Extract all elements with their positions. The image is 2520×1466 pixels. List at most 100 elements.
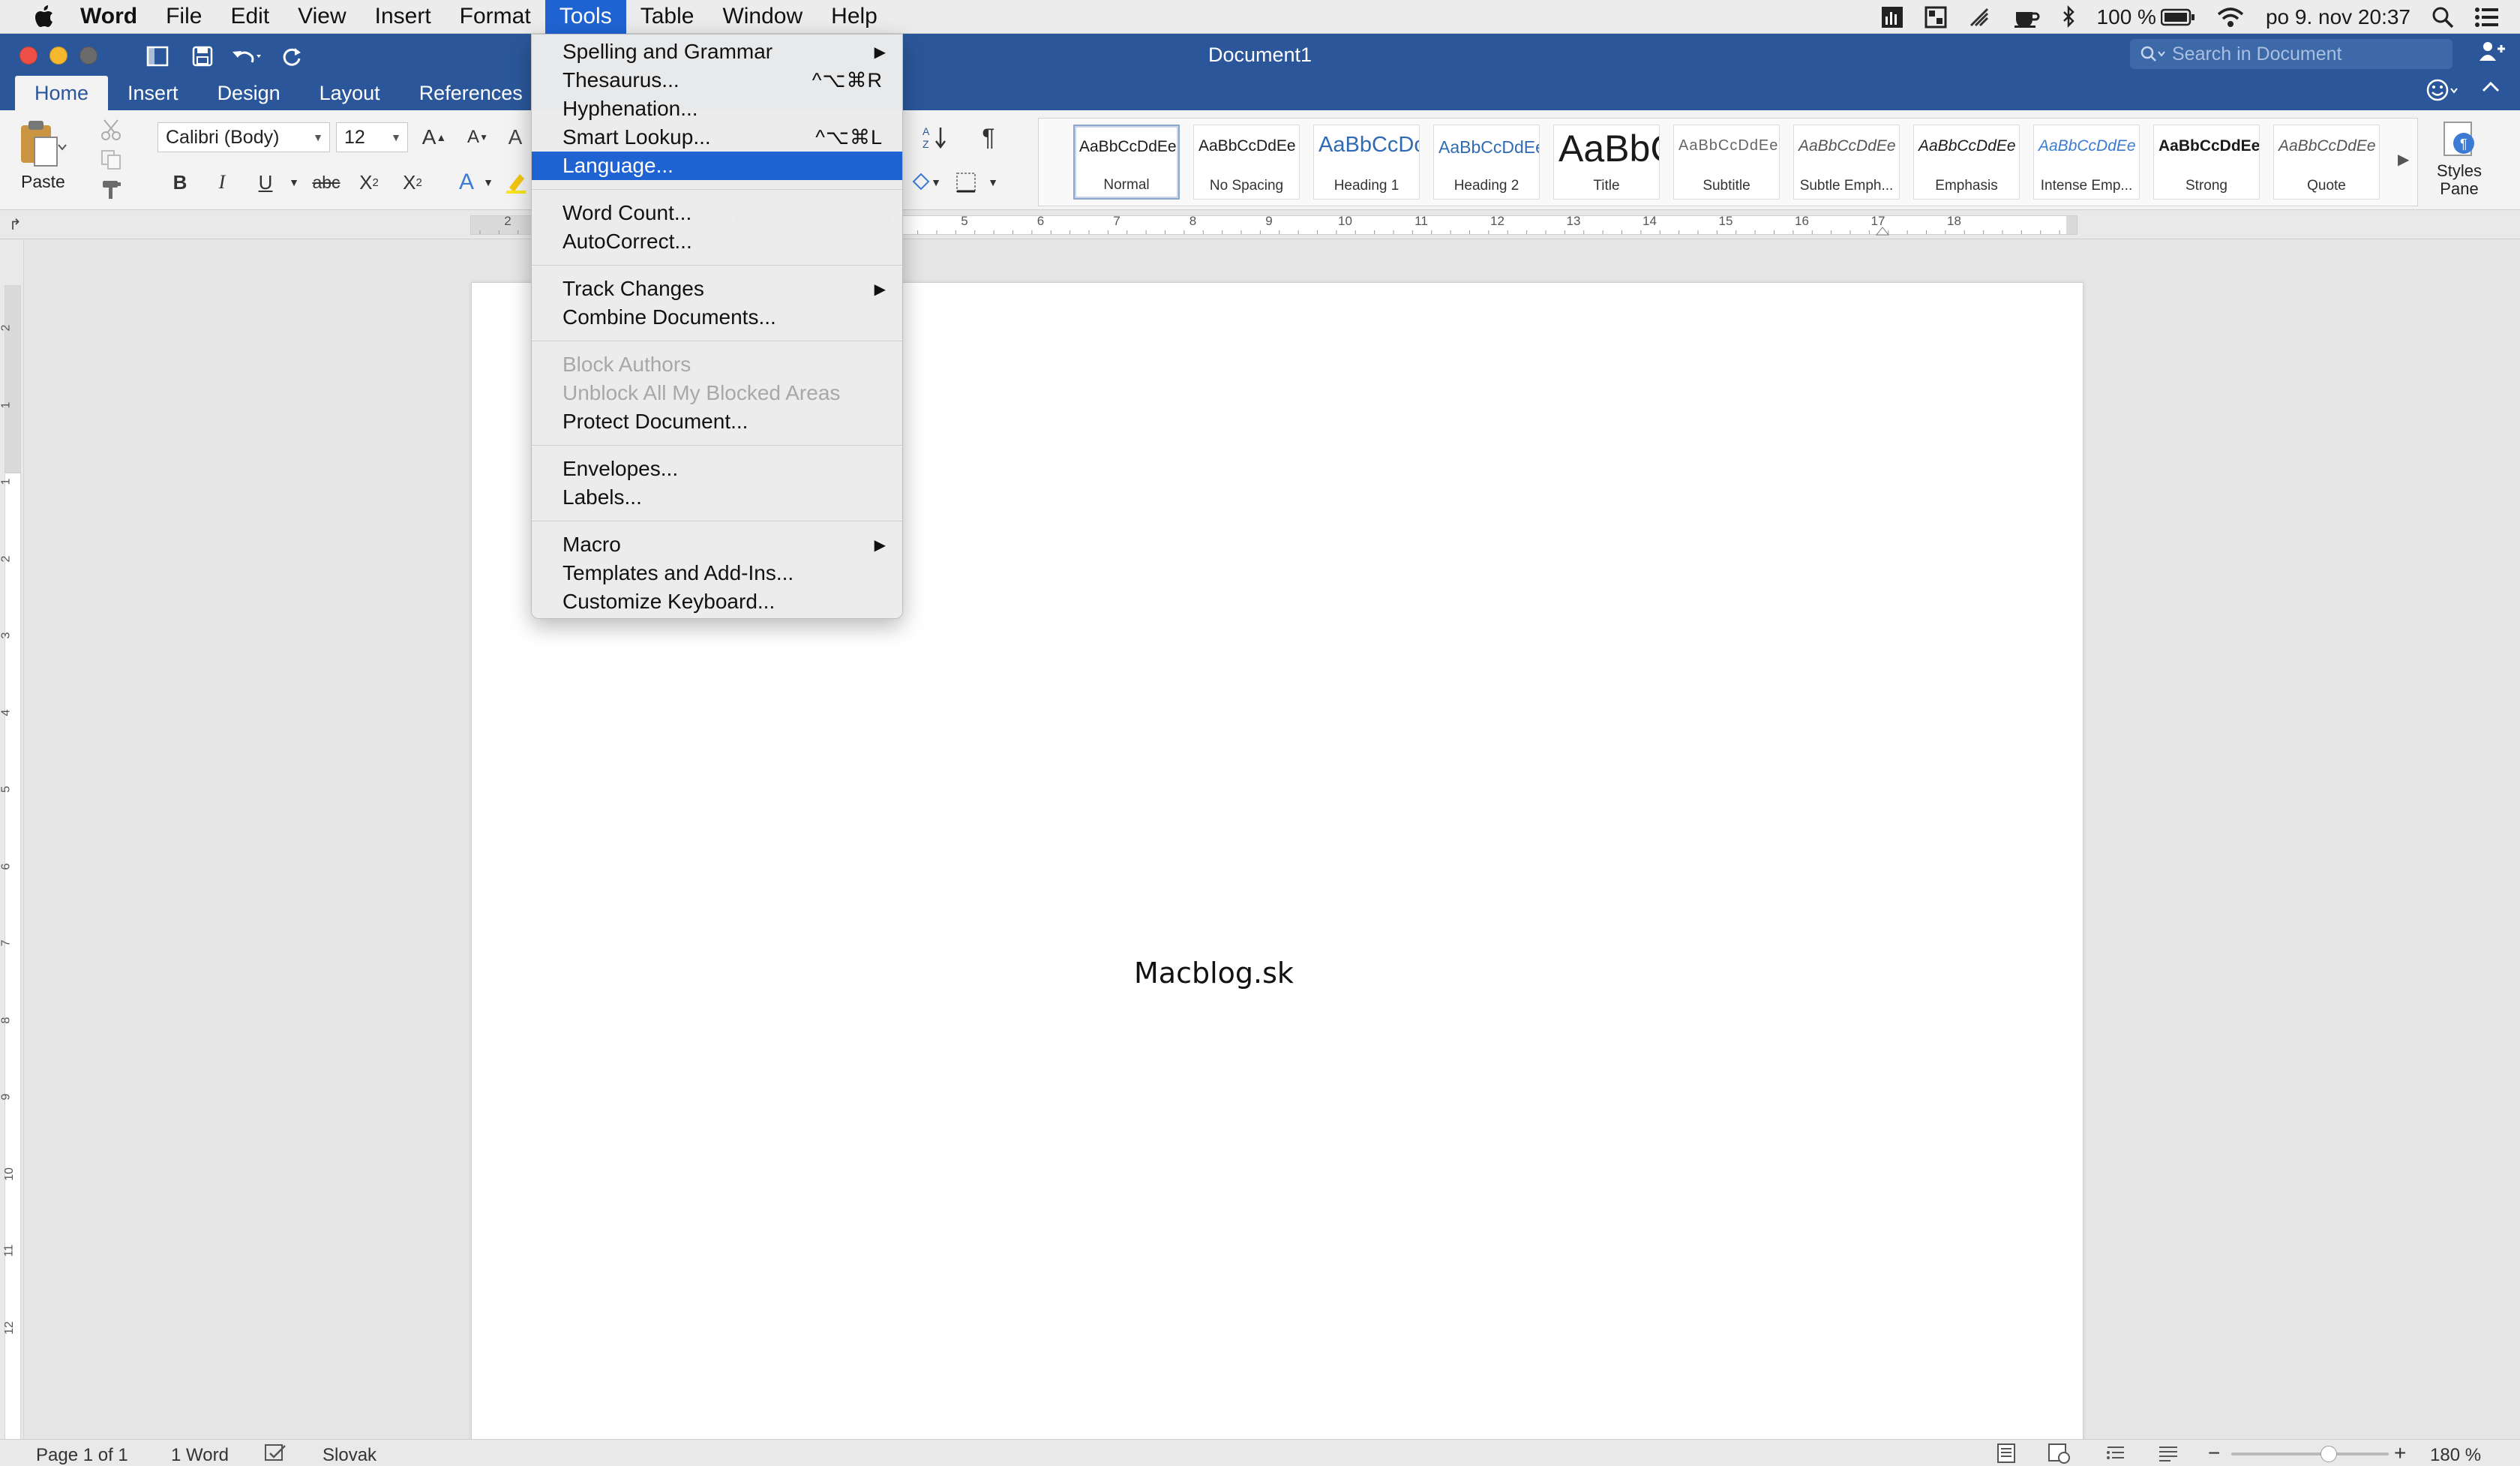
menu-item-combine-documents[interactable]: Combine Documents...	[532, 303, 902, 332]
word-count[interactable]: 1 Word	[171, 1445, 229, 1466]
menu-item-thesaurus[interactable]: Thesaurus... ^⌥⌘R	[532, 66, 902, 95]
superscript-button[interactable]: X2	[396, 167, 429, 197]
collapse-ribbon-chevron-icon[interactable]	[2481, 79, 2500, 98]
window-layout-icon[interactable]	[1924, 6, 1947, 29]
style-normal[interactable]: AaBbCcDdEe Normal	[1073, 125, 1180, 200]
style-heading-1[interactable]: AaBbCcDc Heading 1	[1313, 125, 1420, 200]
bold-button[interactable]: B	[165, 167, 195, 197]
horizontal-ruler[interactable]: ↱ 21123456789101112131415161718	[0, 211, 2520, 239]
italic-button[interactable]: I	[207, 167, 237, 197]
share-add-person-icon[interactable]	[2478, 40, 2505, 62]
tab-insert[interactable]: Insert	[108, 76, 198, 110]
tab-design[interactable]: Design	[198, 76, 300, 110]
coffee-cup-icon[interactable]	[2013, 6, 2040, 29]
outline-view-icon[interactable]	[2104, 1443, 2127, 1466]
text-effects-icon[interactable]: A	[450, 167, 483, 197]
format-painter-icon[interactable]	[98, 176, 124, 203]
document-body-text[interactable]: Macblog.sk	[1134, 957, 1294, 990]
menu-item-envelopes[interactable]: Envelopes...	[532, 455, 902, 483]
notification-center-icon[interactable]	[2475, 7, 2499, 28]
show-formatting-marks-icon[interactable]: ¶	[972, 122, 1005, 152]
zoom-percentage[interactable]: 180 %	[2430, 1445, 2481, 1466]
menu-file[interactable]: File	[152, 0, 216, 34]
text-effects-chevron-icon[interactable]: ▼	[482, 167, 495, 197]
style-emphasis[interactable]: AaBbCcDdEe Emphasis	[1913, 125, 2020, 200]
clear-formatting-button[interactable]: A	[504, 122, 526, 152]
airplay-icon[interactable]	[1968, 6, 1992, 29]
styles-pane-button[interactable]: ¶ Styles Pane	[2426, 119, 2493, 198]
print-layout-view-icon[interactable]	[1995, 1443, 2018, 1466]
grow-font-button[interactable]: A ▲	[416, 122, 453, 152]
menu-item-spelling-and-grammar[interactable]: Spelling and Grammar ▶	[532, 38, 902, 66]
zoom-slider-thumb[interactable]	[2320, 1446, 2338, 1462]
zoom-slider[interactable]	[2231, 1446, 2389, 1462]
document-canvas[interactable]: Macblog.sk	[24, 240, 2520, 1445]
wifi-icon[interactable]	[2216, 6, 2245, 29]
menu-edit[interactable]: Edit	[216, 0, 284, 34]
search-in-document-field[interactable]: Search in Document	[2130, 39, 2452, 69]
menu-item-autocorrect[interactable]: AutoCorrect...	[532, 227, 902, 256]
menu-item-smart-lookup[interactable]: Smart Lookup... ^⌥⌘L	[532, 123, 902, 152]
shrink-font-button[interactable]: A ▼	[459, 122, 496, 152]
document-language[interactable]: Slovak	[322, 1445, 376, 1466]
font-name-select[interactable]: Calibri (Body) ▼	[158, 122, 330, 152]
style-quote[interactable]: AaBbCcDdEe Quote	[2273, 125, 2380, 200]
menu-item-label: Spelling and Grammar	[562, 40, 773, 63]
cut-scissors-icon[interactable]	[98, 116, 124, 143]
spotlight-search-icon[interactable]	[2432, 6, 2454, 29]
bluetooth-icon[interactable]	[2061, 5, 2076, 29]
menu-insert[interactable]: Insert	[361, 0, 446, 34]
font-size-select[interactable]: 12 ▼	[336, 122, 408, 152]
style-subtitle[interactable]: AaBbCcDdEe Subtitle	[1673, 125, 1780, 200]
tab-references[interactable]: References	[400, 76, 542, 110]
menu-item-track-changes[interactable]: Track Changes ▶	[532, 275, 902, 303]
borders-chevron-icon[interactable]: ▼	[986, 167, 1000, 197]
underline-button[interactable]: U	[250, 167, 280, 197]
paste-button[interactable]	[15, 118, 68, 170]
subscript-button[interactable]: X2	[352, 167, 386, 197]
strikethrough-button[interactable]: abc	[308, 167, 345, 197]
style-intense-emphasis[interactable]: AaBbCcDdEe Intense Emp...	[2033, 125, 2140, 200]
vertical-ruler[interactable]: 2 1 1 2 3 4 5 6 7 8 9 10 11 12	[0, 240, 24, 1440]
menu-table[interactable]: Table	[626, 0, 709, 34]
style-title[interactable]: AaBbC Title	[1553, 125, 1660, 200]
draft-view-icon[interactable]	[2157, 1443, 2180, 1466]
style-subtle-emphasis[interactable]: AaBbCcDdEe Subtle Emph...	[1793, 125, 1900, 200]
menu-item-protect-document[interactable]: Protect Document...	[532, 407, 902, 436]
feedback-smiley-icon[interactable]	[2426, 77, 2460, 103]
clock[interactable]: po 9. nov 20:37	[2266, 5, 2410, 29]
menu-help[interactable]: Help	[817, 0, 892, 34]
style-heading-2[interactable]: AaBbCcDdEe Heading 2	[1433, 125, 1540, 200]
menu-view[interactable]: View	[284, 0, 360, 34]
menu-format[interactable]: Format	[446, 0, 545, 34]
menu-tools[interactable]: Tools	[544, 0, 626, 34]
tab-home[interactable]: Home	[15, 76, 109, 110]
shading-chevron-icon[interactable]: ▼	[928, 167, 944, 197]
menu-item-templates-and-add-ins[interactable]: Templates and Add-Ins...	[532, 559, 902, 587]
apple-menu-icon[interactable]	[22, 0, 66, 34]
highlight-color-icon[interactable]	[501, 167, 531, 197]
borders-icon[interactable]	[950, 167, 982, 197]
underline-options-chevron-icon[interactable]: ▼	[286, 167, 302, 197]
activity-monitor-icon[interactable]	[1881, 6, 1904, 29]
menu-item-hyphenation[interactable]: Hyphenation...	[532, 95, 902, 123]
gallery-scroll-right-icon[interactable]: ▶	[2398, 150, 2409, 169]
tab-layout[interactable]: Layout	[300, 76, 400, 110]
zoom-in-button[interactable]: +	[2394, 1441, 2406, 1465]
web-layout-view-icon[interactable]	[2048, 1443, 2072, 1466]
menu-item-customize-keyboard[interactable]: Customize Keyboard...	[532, 587, 902, 616]
menu-app-word[interactable]: Word	[66, 0, 152, 34]
battery-status[interactable]: 100 %	[2097, 5, 2195, 29]
page-count[interactable]: Page 1 of 1	[36, 1445, 128, 1466]
menu-item-labels[interactable]: Labels...	[532, 483, 902, 512]
style-strong[interactable]: AaBbCcDdEe Strong	[2153, 125, 2260, 200]
menu-item-word-count[interactable]: Word Count...	[532, 199, 902, 227]
proofing-status-icon[interactable]	[264, 1443, 288, 1466]
menu-window[interactable]: Window	[708, 0, 817, 34]
copy-icon[interactable]	[98, 146, 124, 173]
style-no-spacing[interactable]: AaBbCcDdEe No Spacing	[1193, 125, 1300, 200]
menu-item-macro[interactable]: Macro ▶	[532, 530, 902, 559]
sort-az-icon[interactable]: AZ	[916, 122, 956, 152]
zoom-out-button[interactable]: −	[2208, 1441, 2220, 1465]
menu-item-language[interactable]: Language...	[532, 152, 902, 180]
